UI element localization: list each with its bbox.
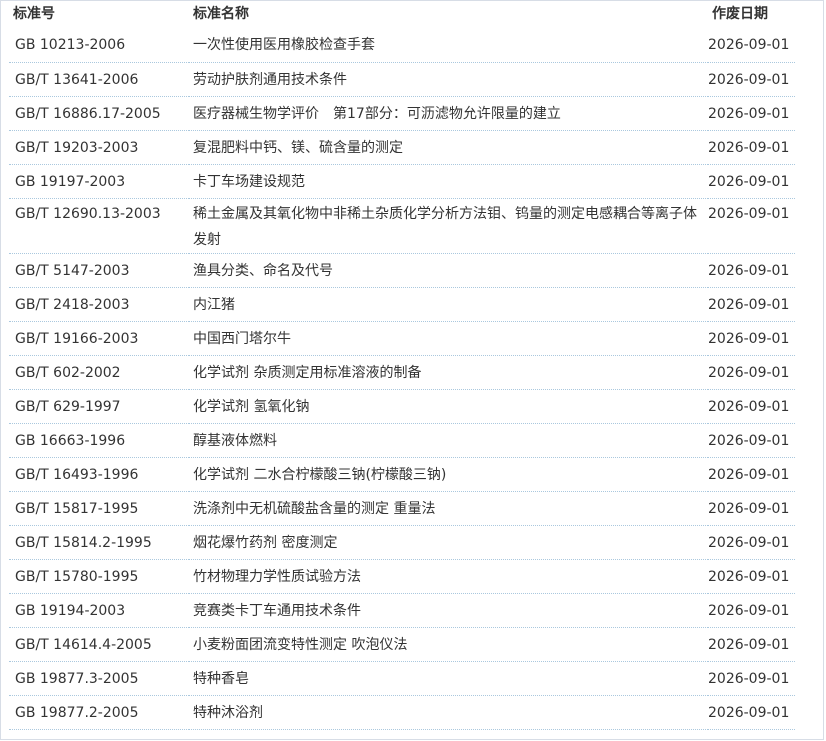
abolish-date-cell: 2026-09-01 (708, 457, 795, 492)
abolish-date-cell: 2026-09-01 (708, 28, 795, 63)
standard-code-cell: GB/T 13641-2006 (9, 62, 189, 97)
standard-code-cell: GB 19877.2-2005 (9, 695, 189, 730)
standard-name-link[interactable]: 洗涤剂中无机硫酸盐含量的测定 重量法 (189, 491, 708, 526)
standard-name-link[interactable]: 劳动护肤剂通用技术条件 (189, 62, 708, 97)
standard-code-cell: GB 10213-2006 (9, 28, 189, 63)
table-row: GB/T 16493-1996 化学试剂 二水合柠檬酸三钠(柠檬酸三钠) 2026-… (9, 457, 795, 492)
standard-code-cell: GB/T 15817-1995 (9, 491, 189, 526)
header-standard-code: 标准号 (13, 6, 55, 22)
table-row: GB 19194-2003 竞赛类卡丁车通用技术条件 2026-09-01 (9, 593, 795, 628)
standard-name-link[interactable]: 化学试剂 杂质测定用标准溶液的制备 (189, 355, 708, 390)
table-row: GB 19877.2-2005 特种沐浴剂 2026-09-01 (9, 695, 795, 730)
standard-code-cell: GB/T 15780-1995 (9, 559, 189, 594)
standard-code-cell: GB/T 5147-2003 (9, 253, 189, 288)
standard-code-cell: GB/T 16493-1996 (9, 457, 189, 492)
table-row: GB/T 5147-2003 渔具分类、命名及代号 2026-09-01 (9, 253, 795, 288)
table-row: GB/T 14614.4-2005 小麦粉面团流变特性测定 吹泡仪法 2026-09… (9, 627, 795, 662)
abolish-date-cell: 2026-09-01 (708, 164, 795, 199)
standard-name-link[interactable]: 烟花爆竹药剂 密度测定 (189, 525, 708, 560)
header-standard-name: 标准名称 (193, 6, 249, 22)
header-abolish-date: 作废日期 (712, 6, 768, 22)
abolish-date-cell: 2026-09-01 (708, 130, 795, 165)
table-row: GB 10213-2006 一次性使用医用橡胶检查手套 2026-09-01 (9, 28, 795, 63)
standard-name-link[interactable]: 化学试剂 二水合柠檬酸三钠(柠檬酸三钠) (189, 457, 708, 492)
abolish-date-cell: 2026-09-01 (708, 695, 795, 730)
table-header-row: 标准号 标准名称 作废日期 (9, 4, 795, 28)
abolish-date-cell: 2026-09-01 (708, 423, 795, 458)
standard-name-link[interactable]: 复混肥料中钙、镁、硫含量的测定 (189, 130, 708, 165)
standard-name-link[interactable]: 一次性使用医用橡胶检查手套 (189, 28, 708, 63)
abolish-date-cell: 2026-09-01 (708, 62, 795, 97)
abolish-date-cell: 2026-09-01 (708, 321, 795, 356)
abolish-date-cell: 2026-09-01 (708, 627, 795, 662)
table-row: GB/T 15814.2-1995 烟花爆竹药剂 密度测定 2026-09-01 (9, 525, 795, 560)
standard-name-link[interactable]: 特种沐浴剂 (189, 695, 708, 730)
table-row: GB/T 16886.17-2005 医疗器械生物学评价 第17部分：可沥滤物允许… (9, 96, 795, 131)
abolish-date-cell: 2026-09-01 (708, 525, 795, 560)
abolish-date-cell: 2026-09-01 (708, 253, 795, 288)
standard-name-link[interactable]: 特种香皂 (189, 661, 708, 696)
standard-code-cell: GB/T 15814.2-1995 (9, 525, 189, 560)
standard-code-cell: GB 19197-2003 (9, 164, 189, 199)
standard-name-link[interactable]: 内江猪 (189, 287, 708, 322)
standard-code-cell: GB/T 629-1997 (9, 389, 189, 424)
table-row: GB 19197-2003 卡丁车场建设规范 2026-09-01 (9, 164, 795, 199)
standard-code-cell: GB/T 16886.17-2005 (9, 96, 189, 131)
standard-code-cell: GB 16663-1996 (9, 423, 189, 458)
standard-code-cell: GB/T 2418-2003 (9, 287, 189, 322)
abolish-date-cell: 2026-09-01 (708, 355, 795, 390)
table-row: GB/T 2418-2003 内江猪 2026-09-01 (9, 287, 795, 322)
abolish-date-cell: 2026-09-01 (708, 287, 795, 322)
abolish-date-cell: 2026-09-01 (708, 96, 795, 131)
table-row: GB 16663-1996 醇基液体燃料 2026-09-01 (9, 423, 795, 458)
standard-code-cell: GB/T 12690.13-2003 (9, 198, 189, 254)
standard-name-link[interactable]: 竞赛类卡丁车通用技术条件 (189, 593, 708, 628)
abolish-date-cell: 2026-09-01 (708, 198, 795, 254)
standard-code-cell: GB/T 19203-2003 (9, 130, 189, 165)
standard-name-link[interactable]: 化学试剂 氢氧化钠 (189, 389, 708, 424)
table-row: GB/T 15817-1995 洗涤剂中无机硫酸盐含量的测定 重量法 2026-09… (9, 491, 795, 526)
standard-name-link[interactable]: 稀土金属及其氧化物中非稀土杂质化学分析方法钼、钨量的测定电感耦合等离子体发射 (189, 198, 708, 254)
standard-code-cell: GB 19877.3-2005 (9, 661, 189, 696)
table-row: GB/T 19166-2003 中国西门塔尔牛 2026-09-01 (9, 321, 795, 356)
standard-name-link[interactable]: 醇基液体燃料 (189, 423, 708, 458)
table-row: GB/T 602-2002 化学试剂 杂质测定用标准溶液的制备 2026-09-01 (9, 355, 795, 390)
table-row: GB/T 15780-1995 竹材物理力学性质试验方法 2026-09-01 (9, 559, 795, 594)
standard-code-cell: GB/T 19166-2003 (9, 321, 189, 356)
standard-code-cell: GB 19194-2003 (9, 593, 189, 628)
standard-code-cell: GB/T 14614.4-2005 (9, 627, 189, 662)
table-row: GB/T 13641-2006 劳动护肤剂通用技术条件 2026-09-01 (9, 62, 795, 97)
standard-name-link[interactable]: 中国西门塔尔牛 (189, 321, 708, 356)
table-row: GB/T 12690.13-2003 稀土金属及其氧化物中非稀土杂质化学分析方法钼… (9, 198, 795, 254)
abolish-date-cell: 2026-09-01 (708, 389, 795, 424)
abolished-standards-table: 标准号 标准名称 作废日期 GB 10213-2006 一次性使用医用橡胶检查手套… (9, 4, 795, 730)
standard-name-link[interactable]: 小麦粉面团流变特性测定 吹泡仪法 (189, 627, 708, 662)
standard-name-link[interactable]: 渔具分类、命名及代号 (189, 253, 708, 288)
standards-list-panel: 标准号 标准名称 作废日期 GB 10213-2006 一次性使用医用橡胶检查手套… (0, 0, 824, 740)
standard-name-link[interactable]: 竹材物理力学性质试验方法 (189, 559, 708, 594)
abolish-date-cell: 2026-09-01 (708, 593, 795, 628)
standard-name-link[interactable]: 卡丁车场建设规范 (189, 164, 708, 199)
table-row: GB 19877.3-2005 特种香皂 2026-09-01 (9, 661, 795, 696)
abolish-date-cell: 2026-09-01 (708, 559, 795, 594)
abolish-date-cell: 2026-09-01 (708, 491, 795, 526)
table-row: GB/T 19203-2003 复混肥料中钙、镁、硫含量的测定 2026-09-01 (9, 130, 795, 165)
standard-code-cell: GB/T 602-2002 (9, 355, 189, 390)
abolish-date-cell: 2026-09-01 (708, 661, 795, 696)
table-body: GB 10213-2006 一次性使用医用橡胶检查手套 2026-09-01 GB/T… (9, 28, 795, 730)
table-row: GB/T 629-1997 化学试剂 氢氧化钠 2026-09-01 (9, 389, 795, 424)
standard-name-link[interactable]: 医疗器械生物学评价 第17部分：可沥滤物允许限量的建立 (189, 96, 708, 131)
